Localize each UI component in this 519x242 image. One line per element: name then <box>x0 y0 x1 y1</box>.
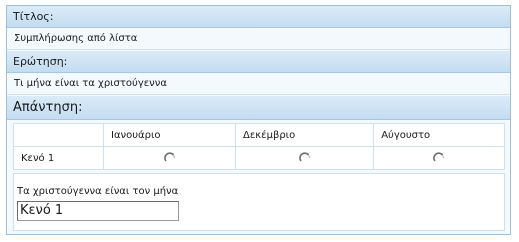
radio-december[interactable] <box>298 152 311 164</box>
answer-row-blank-1: Κενό 1 <box>13 146 505 170</box>
radio-august[interactable] <box>433 152 445 164</box>
title-label: Τίτλος: <box>13 10 54 23</box>
question-header: Ερώτηση: <box>7 51 510 73</box>
radio-cell-december <box>235 146 375 170</box>
radio-cell-august <box>373 146 505 170</box>
answer-header: Απάντηση: <box>7 96 510 120</box>
column-header-august: Αύγουστο <box>373 123 505 147</box>
fill-in-prompt: Τα χριστούγεννα είναι τον μήνα <box>17 186 179 197</box>
radio-january[interactable] <box>163 152 176 164</box>
answer-matrix-header-row: Ιανουάριο Δεκέμβριο Αύγουστο <box>13 123 505 147</box>
title-value-row: Συμπλήρωσης από λίστα <box>7 28 510 50</box>
title-header: Τίτλος: <box>7 6 510 28</box>
row-label: Κενό 1 <box>13 146 104 170</box>
question-value: Τι μήνα είναι τα χριστούγεννα <box>14 78 167 89</box>
column-header-january: Ιανουάριο <box>102 123 237 147</box>
question-value-row: Τι μήνα είναι τα χριστούγεννα <box>7 73 510 95</box>
matrix-corner-cell <box>13 123 104 147</box>
answer-label: Απάντηση: <box>13 100 83 115</box>
title-value: Συμπλήρωσης από λίστα <box>14 33 138 44</box>
radio-cell-january <box>102 146 237 170</box>
fill-in-area: Τα χριστούγεννα είναι τον μήνα Κενό 1 <box>13 173 505 231</box>
answer-matrix: Ιανουάριο Δεκέμβριο Αύγουστο Κενό 1 <box>13 123 505 170</box>
column-header-december: Δεκέμβριο <box>235 123 375 147</box>
blank-1-field[interactable]: Κενό 1 <box>17 201 179 221</box>
question-panel: Τίτλος: Συμπλήρωσης από λίστα Ερώτηση: Τ… <box>6 5 511 235</box>
question-label: Ερώτηση: <box>13 55 68 68</box>
